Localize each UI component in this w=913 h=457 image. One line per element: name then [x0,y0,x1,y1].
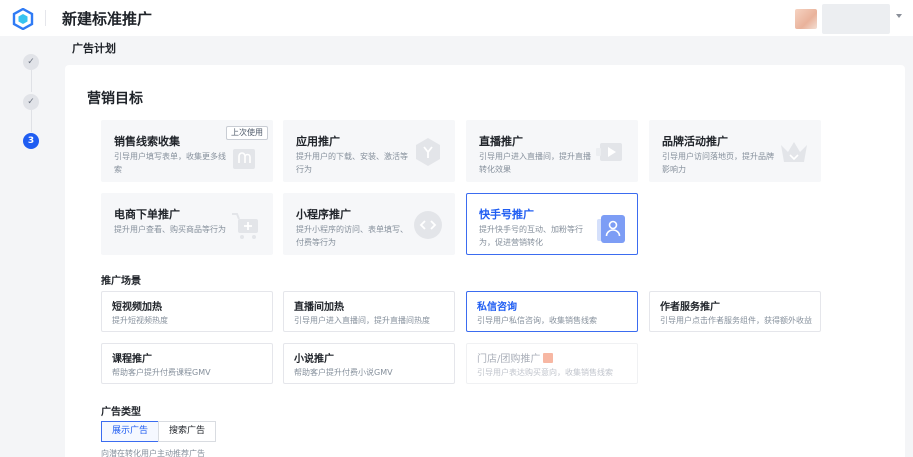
scene-title: 小说推广 [294,354,334,365]
step-3[interactable]: 3 [23,133,39,149]
scene-title-text: 门店/团购推广 [477,354,541,365]
goal-desc: 提升快手号的互动、加粉等行为，促进营销转化 [479,225,583,247]
scene-title: 门店/团购推广 [477,350,554,365]
goal-lead-collection[interactable]: 销售线索收集 引导用户填写表单，收集更多线索 上次使用 [101,120,273,182]
goal-title: 快手号推广 [479,208,534,221]
goal-live-promotion[interactable]: 直播推广 引导用户进入直播间，提升直播转化效果 [466,120,638,182]
goal-title: 电商下单推广 [114,208,180,221]
form-icon [233,149,255,169]
scene-short-video-boost[interactable]: 短视频加热 提升短视频热度 [101,291,273,332]
user-card-icon [597,215,625,243]
scene-title: 作者服务推广 [660,302,720,313]
scene-title: 私信咨询 [477,302,517,313]
goal-title: 销售线索收集 [114,135,180,148]
scene-section-label: 推广场景 [101,276,141,287]
goal-mini-program[interactable]: 小程序推广 提升小程序的访问、表单填写、付费等行为 [283,193,455,255]
user-name-placeholder[interactable] [822,4,890,34]
ad-type-hint: 向潜在转化用户主动推荐广告 [101,449,205,457]
scene-desc: 提升短视频热度 [112,316,168,325]
live-play-icon [596,143,622,161]
new-tag-icon [543,353,554,363]
goal-desc: 提升用户的下载、安装、激活等行为 [296,152,408,174]
ad-type-search-button[interactable]: 搜索广告 [158,421,217,442]
scene-title: 短视频加热 [112,302,162,313]
last-used-badge: 上次使用 [226,126,268,140]
goal-brand-activity[interactable]: 品牌活动推广 引导用户访问落地页，提升品牌影响力 [649,120,821,182]
scene-course-promotion[interactable]: 课程推广 帮助客户提升付费课程GMV [101,343,273,384]
step-connector [31,110,32,132]
scene-desc: 引导用户进入直播间，提升直播间热度 [294,316,430,325]
avatar[interactable] [795,9,817,29]
brand-logo-icon[interactable] [12,8,34,30]
step-1-check-icon[interactable]: ✓ [23,54,39,70]
scene-desc: 帮助客户提升付费课程GMV [112,368,211,377]
scene-desc: 引导用户点击作者服务组件，获得额外收益 [660,316,812,325]
goal-title: 应用推广 [296,135,340,148]
goal-title: 小程序推广 [296,208,351,221]
goal-title: 直播推广 [479,135,523,148]
scene-desc: 帮助客户提升付费小说GMV [294,368,393,377]
mini-program-icon [414,211,442,239]
page-title: 新建标准推广 [62,10,153,28]
scene-private-message[interactable]: 私信咨询 引导用户私信咨询，收集销售线索 [466,291,638,332]
app-hexagon-icon [416,138,440,166]
scene-live-room-boost[interactable]: 直播间加热 引导用户进入直播间，提升直播间热度 [283,291,455,332]
ad-type-display-button[interactable]: 展示广告 [101,421,160,442]
goal-desc: 提升用户查看、购买商品等行为 [114,225,226,234]
goal-kuaishou-account[interactable]: 快手号推广 提升快手号的互动、加粉等行为，促进营销转化 [466,193,638,255]
scene-desc: 引导用户私信咨询，收集销售线索 [477,316,597,325]
ad-type-section-label: 广告类型 [101,407,141,418]
step-indicator: ✓ ✓ 3 [0,36,60,457]
plan-section-label: 广告计划 [72,42,116,55]
top-bar: 新建标准推广 [0,0,913,36]
goal-title: 品牌活动推广 [662,135,728,148]
step-connector [31,70,32,92]
goal-desc: 引导用户填写表单，收集更多线索 [114,152,226,174]
cart-icon [232,213,258,239]
scene-desc: 引导用户表达购买意向，收集销售线索 [477,368,613,377]
goal-app-promotion[interactable]: 应用推广 提升用户的下载、安装、激活等行为 [283,120,455,182]
scene-store-groupbuy: 门店/团购推广 引导用户表达购买意向，收集销售线索 [466,343,638,384]
step-2-check-icon[interactable]: ✓ [23,94,39,110]
scene-title: 直播间加热 [294,302,344,313]
scene-title: 课程推广 [112,354,152,365]
logo-divider [45,10,46,26]
goal-desc: 引导用户访问落地页，提升品牌影响力 [662,152,774,174]
scene-author-service[interactable]: 作者服务推广 引导用户点击作者服务组件，获得额外收益 [649,291,821,332]
goal-ecommerce-order[interactable]: 电商下单推广 提升用户查看、购买商品等行为 [101,193,273,255]
marketing-goal-title: 营销目标 [87,91,143,107]
goal-desc: 提升小程序的访问、表单填写、付费等行为 [296,225,408,247]
chevron-down-icon[interactable] [896,14,902,18]
goal-desc: 引导用户进入直播间，提升直播转化效果 [479,152,591,174]
crown-icon [781,142,807,162]
scene-novel-promotion[interactable]: 小说推广 帮助客户提升付费小说GMV [283,343,455,384]
